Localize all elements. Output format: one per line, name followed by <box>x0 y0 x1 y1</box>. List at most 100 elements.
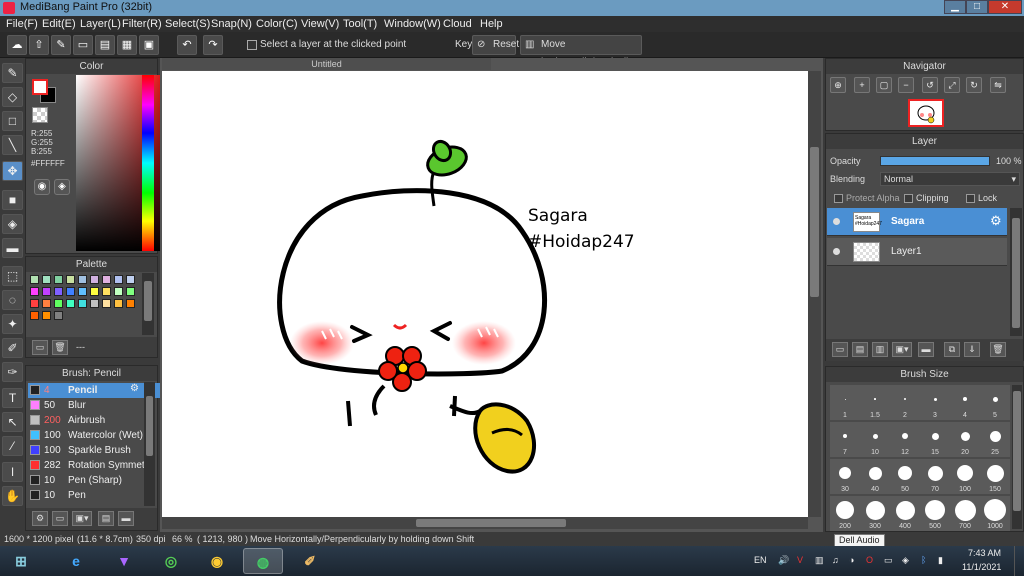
delete-palette-icon[interactable]: 🗑 <box>52 340 68 355</box>
blending-select[interactable]: Normal ▾ <box>880 172 1020 186</box>
reset-button[interactable]: ⊘ Reset <box>472 35 519 55</box>
palette-swatch[interactable] <box>78 275 87 284</box>
layer-gear-icon[interactable]: ⚙ <box>990 213 1002 229</box>
network-tray-icon[interactable]: ▥ <box>815 555 824 566</box>
zoom-out-icon[interactable]: − <box>898 77 914 93</box>
volume-icon[interactable]: 🔊 <box>778 555 789 566</box>
new-layer-8bit-icon[interactable]: ▤ <box>852 342 868 357</box>
layer-row-sagara[interactable]: Sagara #Hoidap247 Sagara ⚙ <box>827 208 1007 236</box>
new-layer-icon[interactable]: ▭ <box>832 342 848 357</box>
merge-down-icon[interactable]: ⇓ <box>964 342 980 357</box>
bucket-tool-icon[interactable]: ◈ <box>2 214 23 234</box>
navigator-preview[interactable] <box>908 99 944 127</box>
palette-swatch[interactable] <box>90 275 99 284</box>
brush-size-option[interactable]: 12 <box>890 422 920 457</box>
brush-size-scrollbar[interactable] <box>1012 385 1022 529</box>
palette-swatch[interactable] <box>114 287 123 296</box>
lasso-icon[interactable]: ◌ <box>2 290 23 310</box>
gradient-tool-icon[interactable]: ▬ <box>2 238 23 258</box>
rect-fill-tool-icon[interactable]: ■ <box>2 190 23 210</box>
line-tool-icon[interactable]: ╲ <box>2 135 23 155</box>
operation-tool-icon[interactable]: ↖ <box>2 412 23 432</box>
palette-swatch[interactable] <box>102 299 111 308</box>
horizontal-scroll-thumb[interactable] <box>416 519 566 527</box>
eraser-tool-icon[interactable]: ◇ <box>2 87 23 107</box>
palette-swatch[interactable] <box>90 287 99 296</box>
undo-icon[interactable]: ↶ <box>177 35 197 55</box>
start-button[interactable]: ⊞ <box>4 548 38 574</box>
language-indicator[interactable]: EN <box>754 555 767 565</box>
drawing-canvas[interactable]: Sagara #Hoidap247 <box>162 71 808 517</box>
brush-copy-icon[interactable]: ▤ <box>98 511 114 526</box>
palette-swatch[interactable] <box>114 299 123 308</box>
new-layer-1bit-icon[interactable]: ▥ <box>872 342 888 357</box>
menu-tool[interactable]: Tool(T) <box>343 18 377 30</box>
palette-swatch[interactable] <box>30 299 39 308</box>
menu-layer[interactable]: Layer(L) <box>80 18 121 30</box>
green-app-icon[interactable]: ◎ <box>151 548 191 574</box>
menu-edit[interactable]: Edit(E) <box>42 18 76 30</box>
layer-scrollbar[interactable] <box>1010 208 1022 336</box>
brush-size-option[interactable]: 700 <box>950 496 980 531</box>
menu-help[interactable]: Help <box>480 18 503 30</box>
delete-layer-icon[interactable]: 🗑 <box>990 342 1006 357</box>
select-pen-icon[interactable]: ✐ <box>2 338 23 358</box>
brush-size-option[interactable]: 2 <box>890 385 920 420</box>
duplicate-layer-icon[interactable]: ⧉ <box>944 342 960 357</box>
palette-scroll-thumb[interactable] <box>144 281 152 321</box>
share-icon[interactable]: ⇧ <box>29 35 49 55</box>
palette-swatch[interactable] <box>42 299 51 308</box>
palette-swatch[interactable] <box>66 299 75 308</box>
palette-swatch[interactable] <box>126 299 135 308</box>
ie-app-icon[interactable]: e <box>56 548 96 574</box>
palette-swatch[interactable] <box>66 287 75 296</box>
palette-swatch[interactable] <box>126 275 135 284</box>
move-hv-button[interactable]: ▥ Move horizontally/vertically <box>520 35 642 68</box>
vertical-scrollbar[interactable] <box>808 71 821 517</box>
brush-size-option[interactable]: 100 <box>950 459 980 494</box>
color-history-icon[interactable]: ◈ <box>54 179 70 195</box>
cloud-icon[interactable]: ☁ <box>7 35 27 55</box>
clock-date[interactable]: 11/1/2021 <box>962 562 1001 572</box>
comment-icon[interactable]: ✎ <box>51 35 71 55</box>
brush-size-option[interactable]: 5 <box>980 385 1010 420</box>
maximize-button[interactable]: □ <box>966 0 988 14</box>
menu-filter[interactable]: Filter(R) <box>122 18 162 30</box>
dropper-tool-icon[interactable]: ⁄ <box>2 436 23 456</box>
select-eraser-icon[interactable]: ✑ <box>2 362 23 382</box>
brush-size-option[interactable]: 400 <box>890 496 920 531</box>
palette-swatch[interactable] <box>126 287 135 296</box>
menu-window[interactable]: Window(W) <box>384 18 441 30</box>
battery-tray-icon[interactable]: ▮ <box>938 555 943 566</box>
brush-size-option[interactable]: 15 <box>920 422 950 457</box>
zoom-fit-icon[interactable]: ⊕ <box>830 77 846 93</box>
brush-menu-icon[interactable]: ▣▾ <box>72 511 92 526</box>
bluetooth-tray-icon[interactable]: ᛒ <box>921 555 926 565</box>
show-desktop-button[interactable] <box>1014 546 1024 576</box>
brush-size-option[interactable]: 200 <box>830 496 860 531</box>
brush-gear-icon[interactable]: ⚙ <box>130 383 139 394</box>
palette-swatch[interactable] <box>102 287 111 296</box>
color-wheel-icon[interactable]: ◉ <box>34 179 50 195</box>
brush-size-option[interactable]: 30 <box>830 459 860 494</box>
brush-size-option[interactable]: 50 <box>890 459 920 494</box>
brush-size-option[interactable]: 10 <box>860 422 890 457</box>
opera-tray-icon[interactable]: O <box>866 555 873 565</box>
layer-folder-icon[interactable]: ▬ <box>918 342 934 357</box>
brush-size-option[interactable]: 40 <box>860 459 890 494</box>
palette-swatch[interactable] <box>54 311 63 320</box>
palette-swatch[interactable] <box>66 275 75 284</box>
brush-size-option[interactable]: 500 <box>920 496 950 531</box>
magic-wand-icon[interactable]: ✦ <box>2 314 23 334</box>
document-tab[interactable]: Untitled <box>162 58 491 70</box>
brush-size-option[interactable]: 25 <box>980 422 1010 457</box>
palette-swatch[interactable] <box>54 287 63 296</box>
settings-icon[interactable]: ▣ <box>139 35 159 55</box>
visibility-eye-icon[interactable] <box>833 218 840 225</box>
brush-size-option[interactable]: 1000 <box>980 496 1010 531</box>
brush-settings-icon[interactable]: ⚙ <box>32 511 48 526</box>
medibang-app-icon[interactable]: ◍ <box>243 548 283 574</box>
flip-icon[interactable]: ⇋ <box>990 77 1006 93</box>
menu-file[interactable]: File(F) <box>6 18 38 30</box>
zoom-actual-icon[interactable]: ▢ <box>876 77 892 93</box>
